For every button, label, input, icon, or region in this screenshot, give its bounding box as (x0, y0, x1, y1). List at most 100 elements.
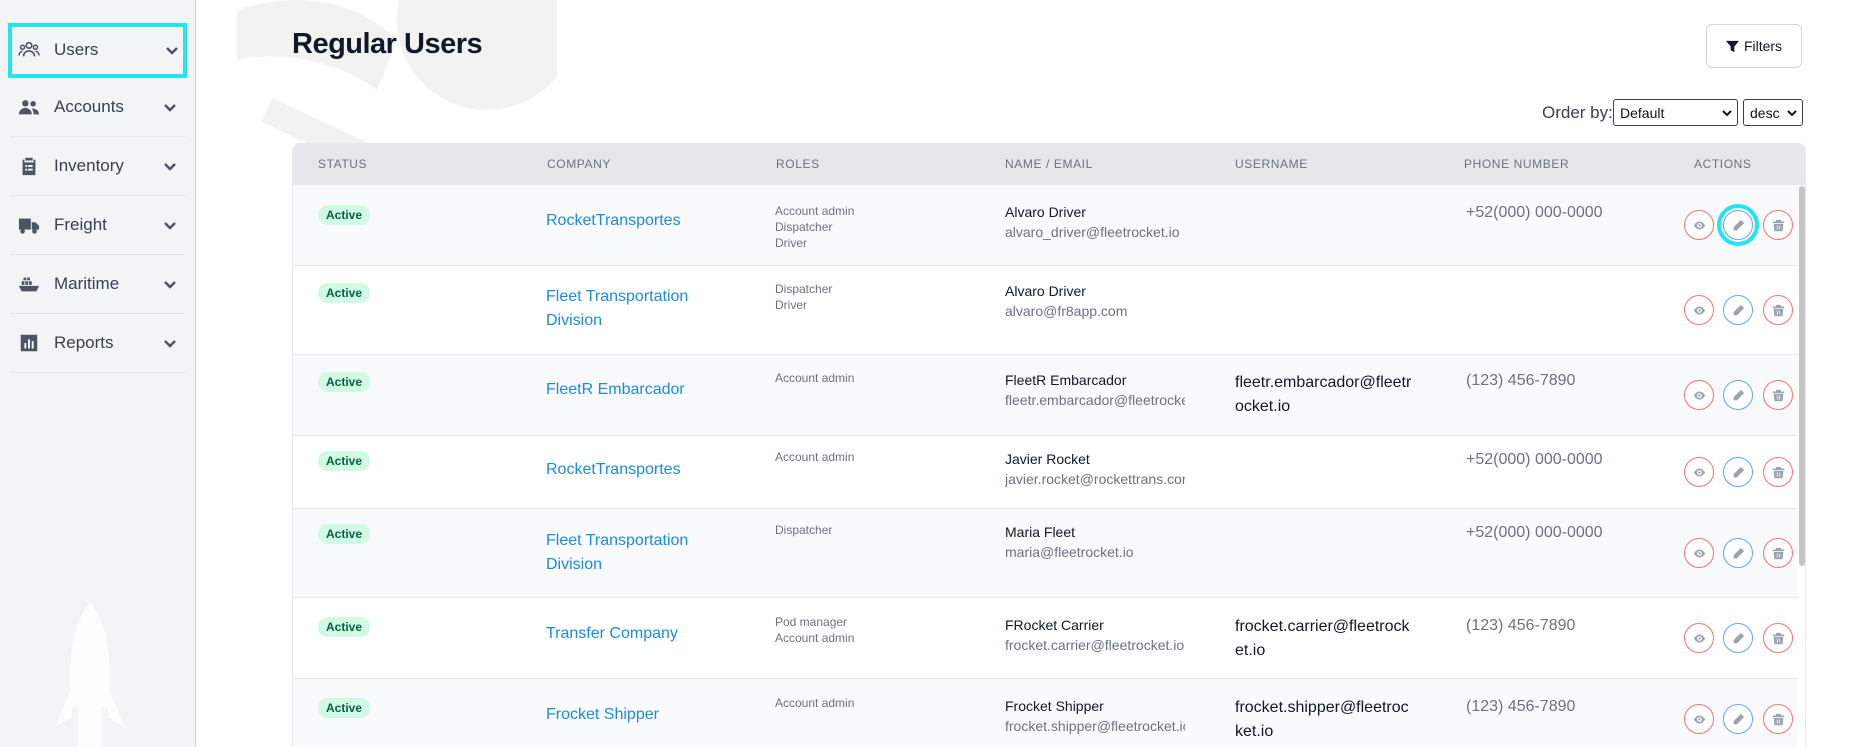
eye-icon (1693, 220, 1705, 230)
company-link[interactable]: RocketTransportes (546, 458, 716, 482)
edit-button[interactable] (1723, 704, 1753, 734)
users-icon (18, 39, 40, 61)
sidebar-item-freight[interactable]: Freight (10, 196, 185, 255)
table-row: Active Transfer Company Pod manager Acco… (293, 598, 1798, 679)
user-email: fleetr.embarcador@fleetrocke (1005, 392, 1185, 408)
order-by-select[interactable]: Default (1613, 99, 1738, 126)
edit-button[interactable] (1723, 380, 1753, 410)
roles-list: Pod manager Account admin (775, 614, 854, 646)
pencil-icon (1733, 713, 1744, 724)
view-button[interactable] (1684, 538, 1714, 568)
column-header-username: USERNAME (1235, 157, 1308, 171)
delete-button[interactable] (1763, 210, 1793, 240)
roles-list: Dispatcher (775, 522, 832, 538)
phone-number: +52(000) 000-0000 (1466, 204, 1603, 221)
column-header-actions: ACTIONS (1694, 157, 1752, 171)
edit-button[interactable] (1723, 457, 1753, 487)
table-row: Active FleetR Embarcador Account admin F… (293, 355, 1798, 436)
filter-icon (1725, 40, 1739, 52)
trash-icon (1772, 632, 1784, 644)
edit-button[interactable] (1723, 295, 1753, 325)
company-link[interactable]: Frocket Shipper (546, 703, 716, 727)
user-name: FRocket Carrier (1005, 617, 1104, 633)
trash-icon (1772, 389, 1784, 401)
chevron-down-icon (163, 159, 177, 173)
pencil-icon (1733, 219, 1744, 230)
user-name: Javier Rocket (1005, 451, 1090, 467)
company-link[interactable]: FleetR Embarcador (546, 378, 716, 402)
accounts-icon (18, 96, 40, 118)
status-badge: Active (318, 451, 371, 471)
edit-button[interactable] (1723, 623, 1753, 653)
sidebar-item-label: Inventory (54, 156, 124, 175)
eye-icon (1693, 305, 1705, 315)
filters-button[interactable]: Filters (1706, 24, 1802, 68)
users-table: STATUS COMPANY ROLES NAME / EMAIL USERNA… (292, 143, 1806, 747)
column-header-phone: PHONE NUMBER (1464, 157, 1570, 171)
clipboard-icon (18, 155, 40, 177)
eye-icon (1693, 714, 1705, 724)
role: Dispatcher (775, 523, 833, 537)
delete-button[interactable] (1763, 704, 1793, 734)
chevron-down-icon (163, 100, 177, 114)
user-email: alvaro@fr8app.com (1005, 303, 1128, 319)
sidebar-item-accounts[interactable]: Accounts (10, 78, 185, 137)
order-direction-select[interactable]: desc (1743, 99, 1803, 126)
phone-number: (123) 456-7890 (1466, 698, 1576, 715)
view-button[interactable] (1684, 295, 1714, 325)
sidebar-item-users[interactable]: Users (8, 23, 187, 78)
delete-button[interactable] (1763, 380, 1793, 410)
column-header-roles: ROLES (776, 157, 820, 171)
username: frocket.shipper@fleetrocket.io (1235, 699, 1409, 740)
role: Driver (775, 236, 807, 250)
delete-button[interactable] (1763, 538, 1793, 568)
edit-button[interactable] (1723, 538, 1753, 568)
view-button[interactable] (1684, 704, 1714, 734)
view-button[interactable] (1684, 623, 1714, 653)
status-badge: Active (318, 524, 371, 544)
view-button[interactable] (1684, 210, 1714, 240)
company-link[interactable]: Fleet Transportation Division (546, 285, 716, 333)
delete-button[interactable] (1763, 623, 1793, 653)
truck-icon (18, 214, 40, 236)
company-link[interactable]: RocketTransportes (546, 209, 716, 233)
trash-icon (1772, 466, 1784, 478)
order-by-value: Default (1620, 104, 1665, 121)
table-scrollbar[interactable] (1799, 186, 1805, 566)
order-by-label: Order by: (1542, 103, 1613, 122)
sidebar-item-label: Maritime (54, 274, 120, 293)
sidebar-item-reports[interactable]: Reports (10, 314, 185, 373)
chevron-down-icon (163, 218, 177, 232)
sidebar: Users Accounts Inventory Freight Maritim… (0, 0, 196, 747)
status-badge: Active (318, 205, 371, 225)
table-header: STATUS COMPANY ROLES NAME / EMAIL USERNA… (293, 144, 1805, 185)
pencil-icon (1733, 304, 1744, 315)
sidebar-item-maritime[interactable]: Maritime (10, 255, 185, 314)
status-badge: Active (318, 698, 371, 718)
eye-icon (1693, 467, 1705, 477)
roles-list: Account admin (775, 449, 854, 465)
filters-label: Filters (1743, 38, 1783, 54)
page-title: Regular Users (292, 28, 483, 60)
chart-icon (18, 332, 40, 354)
view-button[interactable] (1684, 457, 1714, 487)
user-email: maria@fleetrocket.io (1005, 544, 1134, 560)
table-row: Active RocketTransportes Account admin J… (293, 436, 1798, 509)
status-badge: Active (318, 372, 371, 392)
view-button[interactable] (1684, 380, 1714, 410)
edit-button[interactable] (1717, 204, 1759, 246)
role: Driver (775, 298, 807, 312)
phone-number: +52(000) 000-0000 (1466, 524, 1603, 541)
company-link[interactable]: Fleet Transportation Division (546, 529, 716, 577)
company-link[interactable]: Transfer Company (546, 622, 716, 646)
column-header-company: COMPANY (547, 157, 611, 171)
delete-button[interactable] (1763, 457, 1793, 487)
sidebar-item-inventory[interactable]: Inventory (10, 137, 185, 196)
user-name: Maria Fleet (1005, 524, 1076, 540)
phone-number: (123) 456-7890 (1466, 617, 1576, 634)
eye-icon (1693, 633, 1705, 643)
phone-number: +52(000) 000-0000 (1466, 451, 1603, 468)
delete-button[interactable] (1763, 295, 1793, 325)
chevron-down-icon (165, 43, 179, 57)
username: fleetr.embarcador@fleetrocket.io (1235, 374, 1412, 415)
